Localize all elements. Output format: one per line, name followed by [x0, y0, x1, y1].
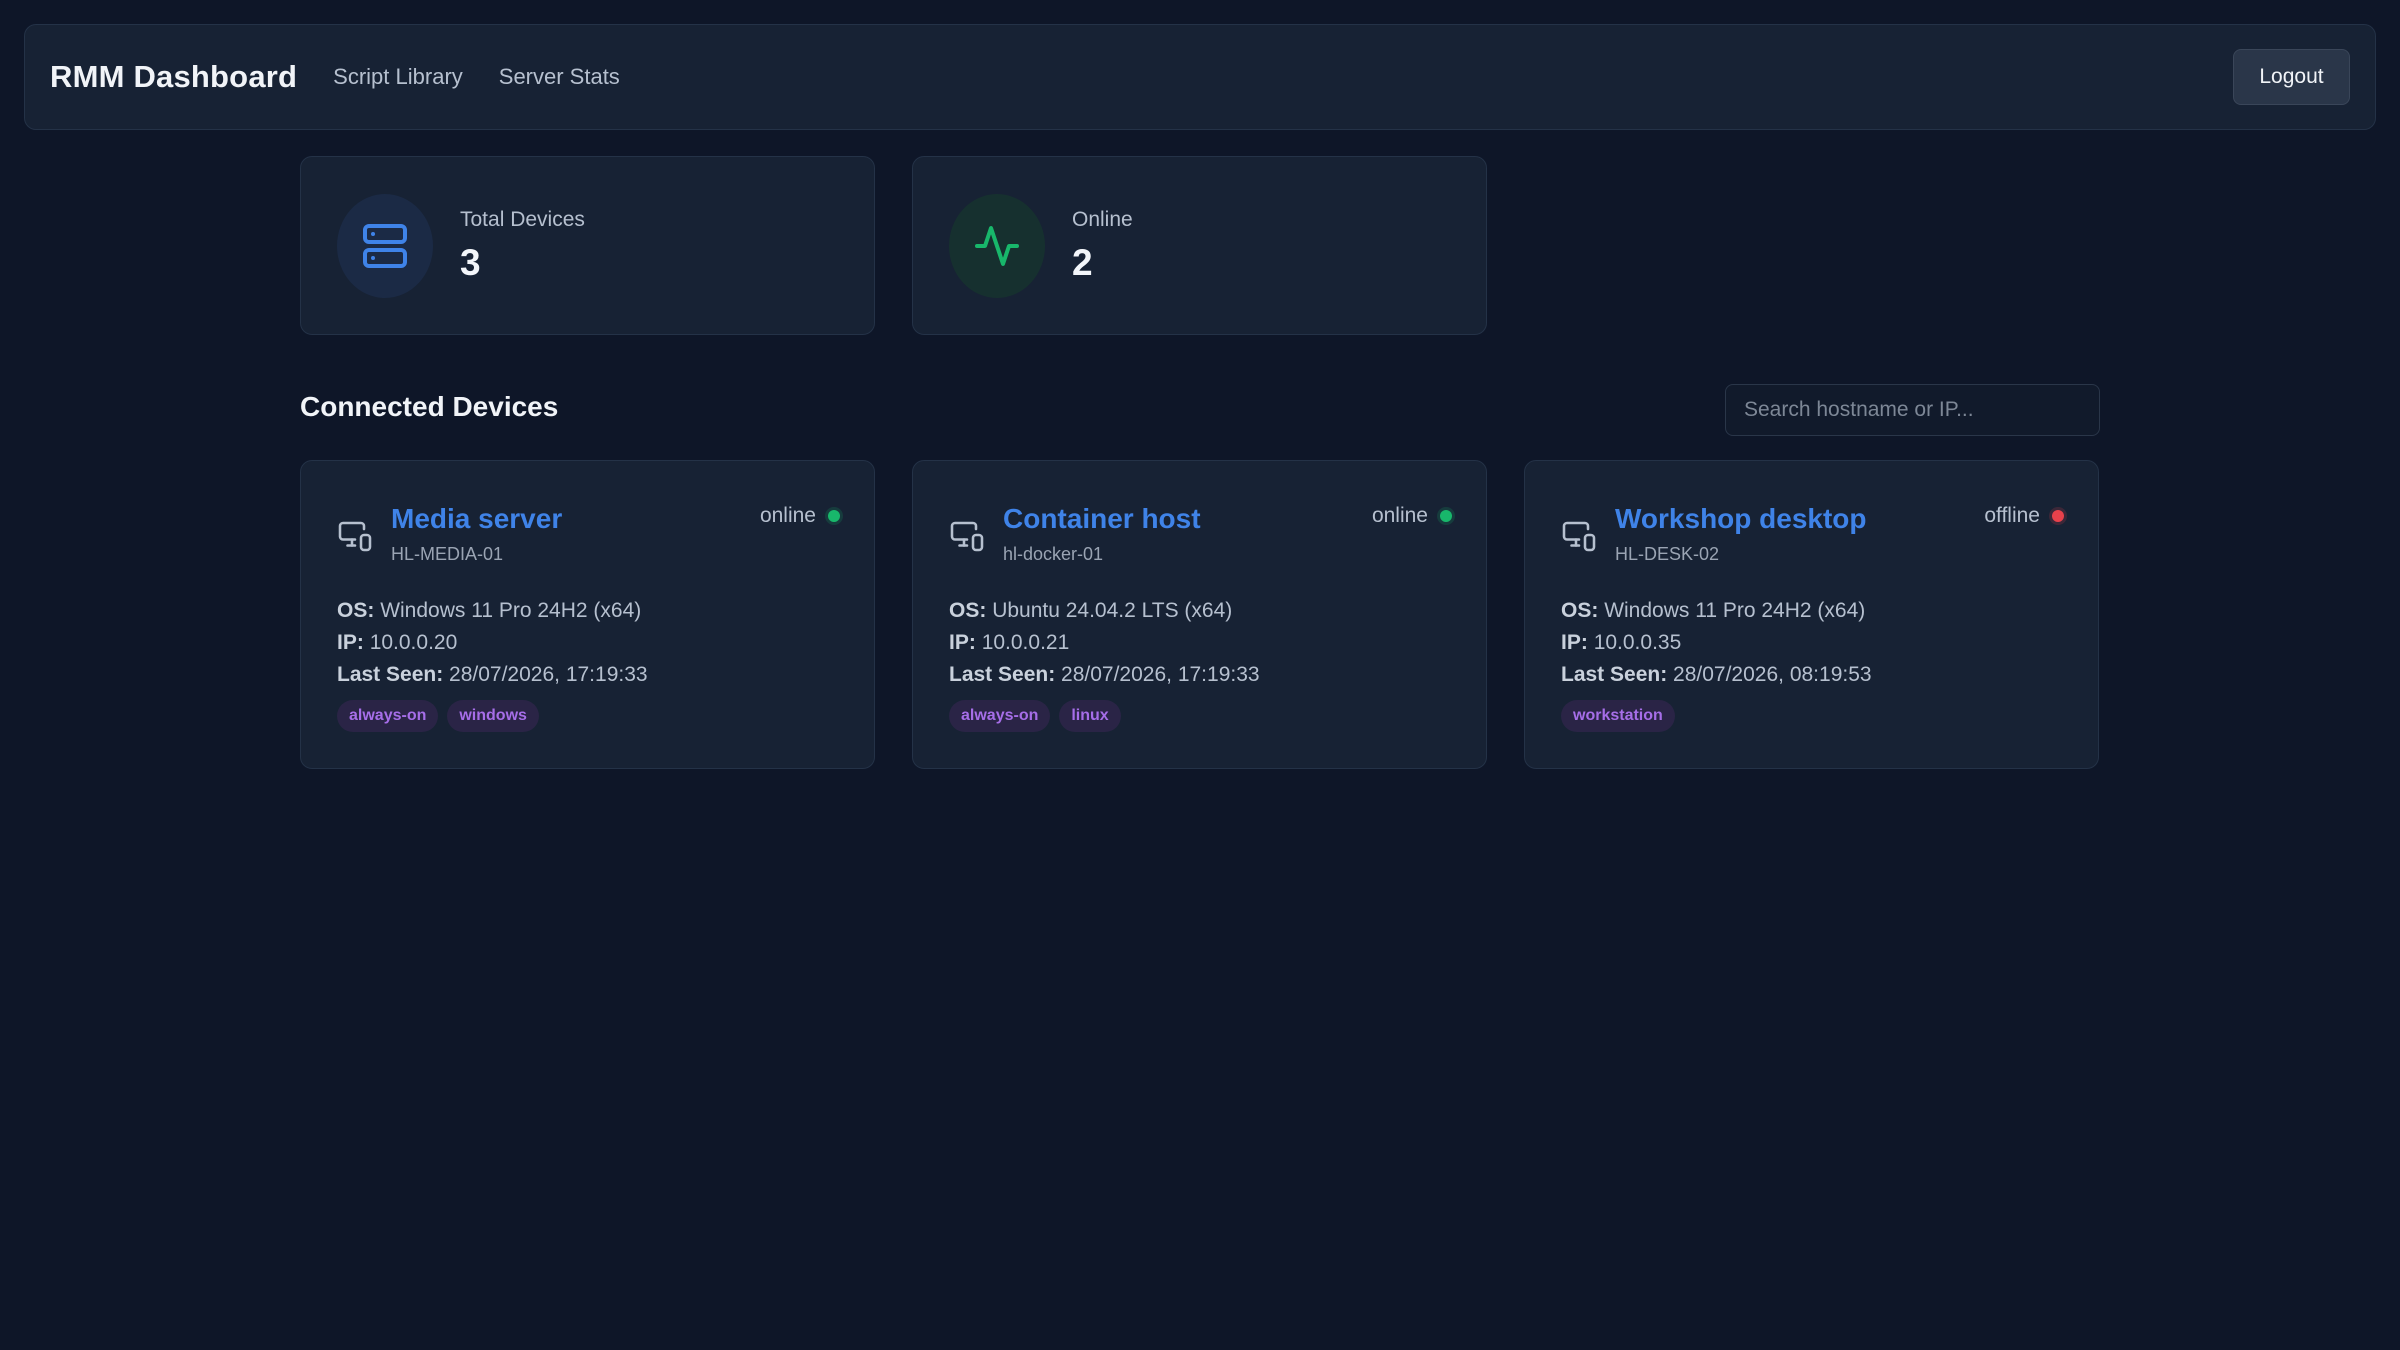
ip-row: IP: 10.0.0.20: [337, 627, 648, 659]
last-seen-label: Last Seen:: [949, 663, 1056, 686]
last-seen-row: Last Seen: 28/07/2026, 17:19:33: [949, 659, 1260, 691]
status-text: online: [759, 504, 816, 527]
tag-badge: always-on: [949, 700, 1051, 732]
os-value: Windows 11 Pro 24H2 (x64): [1604, 599, 1866, 622]
device-hostname: HL-DESK-02: [1615, 544, 1720, 564]
ip-row: IP: 10.0.0.21: [949, 627, 1260, 659]
tag-badge: linux: [1059, 700, 1121, 732]
device-name-link[interactable]: Media server: [391, 503, 562, 535]
device-card[interactable]: Container host hl-docker-01 online OS: U…: [912, 460, 1487, 769]
devices-icon: [950, 521, 984, 552]
nav-link-server-stats[interactable]: Server Stats: [499, 64, 620, 90]
os-row: OS: Windows 11 Pro 24H2 (x64): [1561, 595, 1872, 627]
device-details: OS: Ubuntu 24.04.2 LTS (x64) IP: 10.0.0.…: [949, 595, 1260, 691]
logout-button[interactable]: Logout: [2233, 49, 2350, 105]
top-navbar: RMM Dashboard Script Library Server Stat…: [24, 24, 2376, 130]
tag-list: workstation: [1561, 700, 1684, 732]
device-details: OS: Windows 11 Pro 24H2 (x64) IP: 10.0.0…: [1561, 595, 1872, 691]
stat-icon-circle: [949, 193, 1045, 298]
stat-value: 3: [460, 241, 481, 283]
device-name-link[interactable]: Container host: [1003, 503, 1201, 535]
stat-value: 2: [1072, 241, 1093, 283]
last-seen-row: Last Seen: 28/07/2026, 17:19:33: [337, 659, 648, 691]
status-dot-icon: [828, 510, 840, 522]
ip-value: 10.0.0.20: [369, 631, 458, 654]
stat-card-online: Online 2: [912, 156, 1487, 335]
stat-icon-circle: [337, 193, 433, 298]
stat-label: Total Devices: [460, 207, 585, 231]
last-seen-label: Last Seen:: [1561, 663, 1668, 686]
tag-badge: windows: [447, 700, 539, 732]
ip-label: IP:: [949, 631, 976, 654]
last-seen-value: 28/07/2026, 17:19:33: [1061, 663, 1260, 686]
os-value: Windows 11 Pro 24H2 (x64): [380, 599, 642, 622]
stat-card-total-devices: Total Devices 3: [300, 156, 875, 335]
os-label: OS:: [1561, 599, 1599, 622]
stat-label: Online: [1072, 207, 1133, 231]
devices-icon: [338, 521, 372, 552]
os-label: OS:: [337, 599, 375, 622]
device-name-link[interactable]: Workshop desktop: [1615, 503, 1867, 535]
app-title: RMM Dashboard: [50, 59, 298, 94]
nav-link-script-library[interactable]: Script Library: [333, 64, 463, 90]
tag-badge: workstation: [1561, 700, 1675, 732]
tag-badge: always-on: [337, 700, 439, 732]
ip-value: 10.0.0.21: [981, 631, 1070, 654]
status-indicator: offline: [1984, 504, 2064, 528]
device-card[interactable]: Workshop desktop HL-DESK-02 offline OS: …: [1524, 460, 2099, 769]
ip-row: IP: 10.0.0.35: [1561, 627, 1872, 659]
os-value: Ubuntu 24.04.2 LTS (x64): [992, 599, 1233, 622]
status-text: online: [1371, 504, 1428, 527]
activity-icon: [975, 225, 1019, 266]
section-title: Connected Devices: [300, 391, 559, 422]
last-seen-label: Last Seen:: [337, 663, 444, 686]
ip-value: 10.0.0.35: [1593, 631, 1682, 654]
status-dot-icon: [1440, 510, 1452, 522]
last-seen-value: 28/07/2026, 17:19:33: [449, 663, 648, 686]
status-indicator: online: [760, 504, 840, 528]
server-icon: [363, 223, 407, 268]
ip-label: IP:: [337, 631, 364, 654]
status-dot-icon: [2052, 510, 2064, 522]
tag-list: always-on linux: [949, 700, 1130, 732]
status-text: offline: [1984, 504, 2040, 527]
status-indicator: online: [1372, 504, 1452, 528]
device-card[interactable]: Media server HL-MEDIA-01 online OS: Wind…: [300, 460, 875, 769]
os-label: OS:: [949, 599, 987, 622]
tag-list: always-on windows: [337, 700, 548, 732]
os-row: OS: Ubuntu 24.04.2 LTS (x64): [949, 595, 1260, 627]
search-input[interactable]: [1725, 384, 2100, 436]
last-seen-value: 28/07/2026, 08:19:53: [1673, 663, 1872, 686]
device-hostname: HL-MEDIA-01: [391, 544, 504, 564]
ip-label: IP:: [1561, 631, 1588, 654]
devices-icon: [1562, 521, 1596, 552]
last-seen-row: Last Seen: 28/07/2026, 08:19:53: [1561, 659, 1872, 691]
device-details: OS: Windows 11 Pro 24H2 (x64) IP: 10.0.0…: [337, 595, 648, 691]
os-row: OS: Windows 11 Pro 24H2 (x64): [337, 595, 648, 627]
device-hostname: hl-docker-01: [1003, 544, 1104, 564]
